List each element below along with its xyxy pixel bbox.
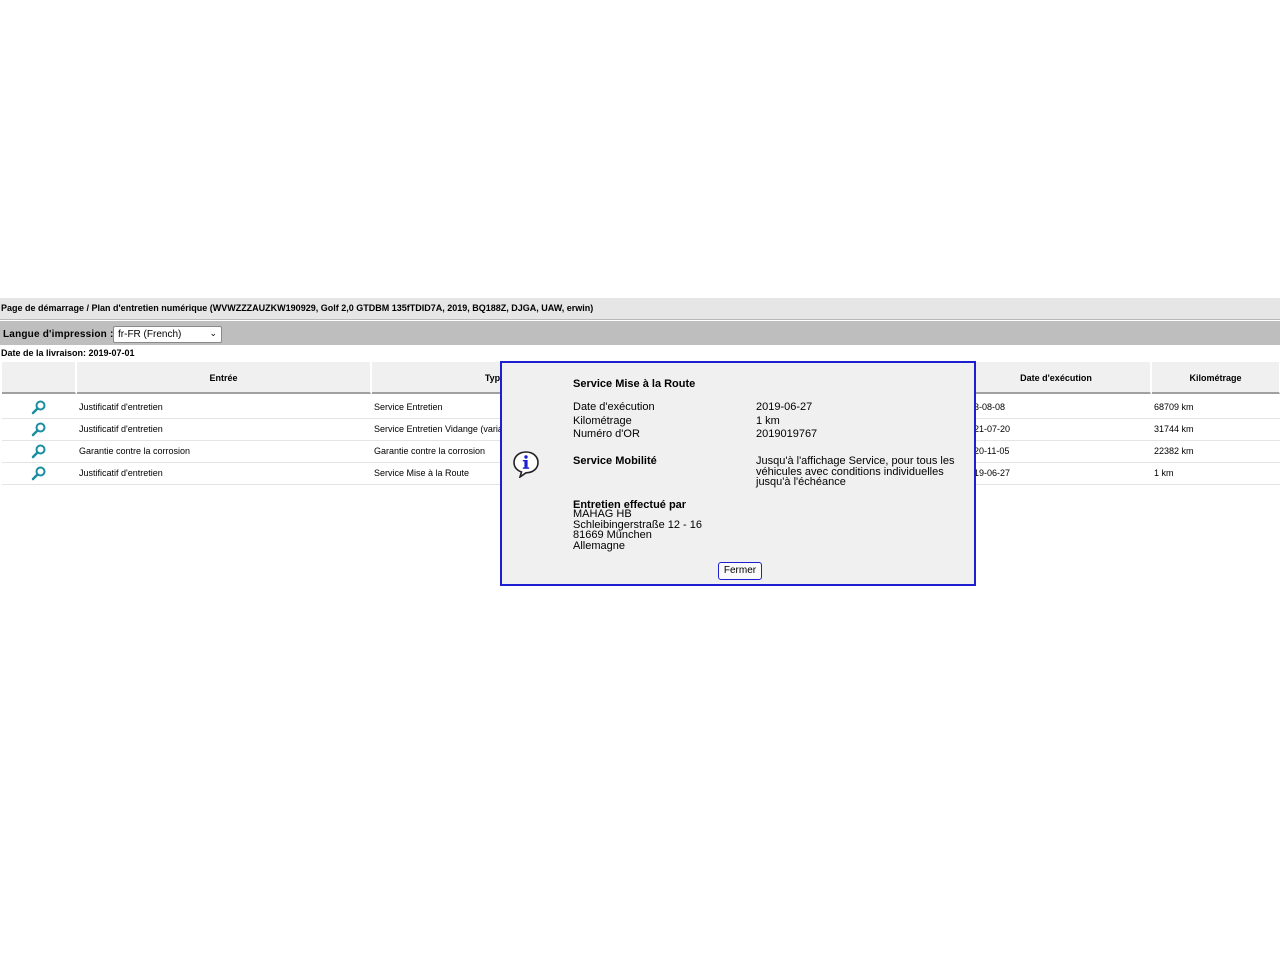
header-mileage[interactable]: Kilométrage xyxy=(1152,362,1280,394)
row-date: 19-06-27 xyxy=(974,468,1011,478)
row-km: 68709 km xyxy=(1154,402,1194,412)
row-entry: Justificatif d'entretien xyxy=(79,402,163,412)
magnifier-icon[interactable] xyxy=(31,443,47,459)
magnifier-icon[interactable] xyxy=(31,465,47,481)
field-value-order-number: 2019019767 xyxy=(756,428,818,440)
row-entry: Garantie contre la corrosion xyxy=(79,446,191,456)
row-km: 22382 km xyxy=(1154,446,1194,456)
header-icon-col xyxy=(2,362,76,394)
row-km: 1 km xyxy=(1154,468,1174,478)
field-label-mileage: Kilométrage xyxy=(573,415,632,427)
dialog-title: Service Mise à la Route xyxy=(573,378,696,390)
field-label-order-number: Numéro d'OR xyxy=(573,428,640,440)
language-selected-value: fr-FR (French) xyxy=(118,329,182,340)
field-value-mileage: 1 km xyxy=(756,415,780,427)
address-line: Allemagne xyxy=(573,539,625,552)
field-label-exec-date: Date d'exécution xyxy=(573,401,655,413)
mobility-label: Service Mobilité xyxy=(573,455,657,467)
row-date: 21-07-20 xyxy=(974,424,1011,434)
address-line: 81669 München xyxy=(573,529,652,541)
mobility-text: Jusqu'à l'affichage Service, pour tous l… xyxy=(756,455,955,488)
close-button[interactable]: Fermer xyxy=(718,562,762,580)
field-value-exec-date: 2019-06-27 xyxy=(756,401,813,413)
row-entry: Justificatif d'entretien xyxy=(79,468,163,478)
dealer-address: MAHAG HB Schleibingerstraße 12 - 16 8166… xyxy=(573,509,702,551)
row-entry: Justificatif d'entretien xyxy=(79,424,163,434)
delivery-date: Date de la livraison: 2019-07-01 xyxy=(1,348,135,358)
row-date: 3-08-08 xyxy=(974,402,1006,412)
address-line: MAHAG HB xyxy=(573,508,632,520)
breadcrumb: Page de démarrage / Plan d'entretien num… xyxy=(0,298,1280,320)
row-date: 20-11-05 xyxy=(974,446,1010,456)
header-exec-date[interactable]: Date d'exécution xyxy=(962,362,1151,394)
language-label: Langue d'impression : xyxy=(3,329,114,340)
header-entry[interactable]: Entrée xyxy=(77,362,371,394)
magnifier-icon[interactable] xyxy=(31,399,47,415)
row-type: Service Mise à la Route xyxy=(374,468,470,478)
row-km: 31744 km xyxy=(1154,424,1194,434)
language-select[interactable]: fr-FR (French) ⌄ xyxy=(113,326,222,343)
language-bar: Langue d'impression : fr-FR (French) ⌄ xyxy=(0,321,1280,345)
chevron-down-icon: ⌄ xyxy=(209,328,217,338)
row-type: Service Entretien Vidange (variab xyxy=(374,424,500,434)
row-type: Garantie contre la corrosion xyxy=(374,446,486,456)
magnifier-icon[interactable] xyxy=(31,421,47,437)
info-icon xyxy=(513,451,539,478)
service-detail-dialog: Service Mise à la Route Date d'exécution… xyxy=(500,361,976,586)
row-type: Service Entretien xyxy=(374,402,443,412)
